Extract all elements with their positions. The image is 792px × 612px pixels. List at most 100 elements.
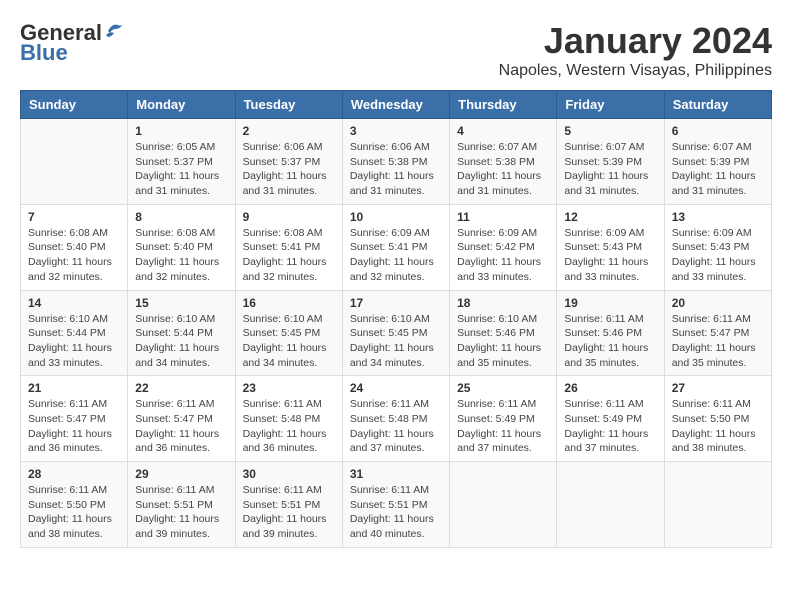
sunset-text: Sunset: 5:51 PM <box>135 498 227 513</box>
daylight-text: Daylight: 11 hours and 34 minutes. <box>350 341 442 370</box>
day-number: 21 <box>28 381 120 395</box>
day-info: Sunrise: 6:05 AMSunset: 5:37 PMDaylight:… <box>135 140 227 199</box>
sunrise-text: Sunrise: 6:11 AM <box>243 483 335 498</box>
sunrise-text: Sunrise: 6:11 AM <box>672 312 764 327</box>
day-info: Sunrise: 6:10 AMSunset: 5:44 PMDaylight:… <box>135 312 227 371</box>
daylight-text: Daylight: 11 hours and 36 minutes. <box>28 427 120 456</box>
calendar-cell: 23Sunrise: 6:11 AMSunset: 5:48 PMDayligh… <box>235 376 342 462</box>
calendar-cell: 8Sunrise: 6:08 AMSunset: 5:40 PMDaylight… <box>128 204 235 290</box>
sunrise-text: Sunrise: 6:10 AM <box>350 312 442 327</box>
header-day-friday: Friday <box>557 91 664 119</box>
daylight-text: Daylight: 11 hours and 31 minutes. <box>350 169 442 198</box>
day-number: 11 <box>457 210 549 224</box>
sunset-text: Sunset: 5:40 PM <box>135 240 227 255</box>
daylight-text: Daylight: 11 hours and 31 minutes. <box>457 169 549 198</box>
sunrise-text: Sunrise: 6:07 AM <box>672 140 764 155</box>
day-number: 8 <box>135 210 227 224</box>
daylight-text: Daylight: 11 hours and 32 minutes. <box>28 255 120 284</box>
daylight-text: Daylight: 11 hours and 37 minutes. <box>457 427 549 456</box>
daylight-text: Daylight: 11 hours and 35 minutes. <box>672 341 764 370</box>
week-row-1: 1Sunrise: 6:05 AMSunset: 5:37 PMDaylight… <box>21 119 772 205</box>
sunset-text: Sunset: 5:37 PM <box>243 155 335 170</box>
sunrise-text: Sunrise: 6:10 AM <box>135 312 227 327</box>
daylight-text: Daylight: 11 hours and 37 minutes. <box>564 427 656 456</box>
daylight-text: Daylight: 11 hours and 35 minutes. <box>564 341 656 370</box>
day-number: 7 <box>28 210 120 224</box>
sunrise-text: Sunrise: 6:06 AM <box>243 140 335 155</box>
day-number: 15 <box>135 296 227 310</box>
daylight-text: Daylight: 11 hours and 32 minutes. <box>350 255 442 284</box>
calendar-cell: 20Sunrise: 6:11 AMSunset: 5:47 PMDayligh… <box>664 290 771 376</box>
header-day-sunday: Sunday <box>21 91 128 119</box>
sunset-text: Sunset: 5:38 PM <box>457 155 549 170</box>
day-info: Sunrise: 6:10 AMSunset: 5:45 PMDaylight:… <box>350 312 442 371</box>
day-number: 20 <box>672 296 764 310</box>
sunset-text: Sunset: 5:40 PM <box>28 240 120 255</box>
day-info: Sunrise: 6:11 AMSunset: 5:48 PMDaylight:… <box>350 397 442 456</box>
day-number: 10 <box>350 210 442 224</box>
calendar-cell: 9Sunrise: 6:08 AMSunset: 5:41 PMDaylight… <box>235 204 342 290</box>
calendar-cell: 26Sunrise: 6:11 AMSunset: 5:49 PMDayligh… <box>557 376 664 462</box>
day-info: Sunrise: 6:10 AMSunset: 5:46 PMDaylight:… <box>457 312 549 371</box>
sunrise-text: Sunrise: 6:11 AM <box>350 397 442 412</box>
day-number: 6 <box>672 124 764 138</box>
day-number: 1 <box>135 124 227 138</box>
sunrise-text: Sunrise: 6:11 AM <box>564 312 656 327</box>
sunset-text: Sunset: 5:47 PM <box>28 412 120 427</box>
calendar-cell <box>450 462 557 548</box>
sunrise-text: Sunrise: 6:08 AM <box>28 226 120 241</box>
sunrise-text: Sunrise: 6:07 AM <box>457 140 549 155</box>
daylight-text: Daylight: 11 hours and 35 minutes. <box>457 341 549 370</box>
day-number: 25 <box>457 381 549 395</box>
day-number: 29 <box>135 467 227 481</box>
day-number: 23 <box>243 381 335 395</box>
calendar-cell: 14Sunrise: 6:10 AMSunset: 5:44 PMDayligh… <box>21 290 128 376</box>
sunrise-text: Sunrise: 6:05 AM <box>135 140 227 155</box>
day-info: Sunrise: 6:10 AMSunset: 5:44 PMDaylight:… <box>28 312 120 371</box>
sunrise-text: Sunrise: 6:11 AM <box>350 483 442 498</box>
day-number: 28 <box>28 467 120 481</box>
sunset-text: Sunset: 5:47 PM <box>135 412 227 427</box>
day-number: 30 <box>243 467 335 481</box>
day-info: Sunrise: 6:09 AMSunset: 5:41 PMDaylight:… <box>350 226 442 285</box>
day-number: 26 <box>564 381 656 395</box>
sunrise-text: Sunrise: 6:11 AM <box>28 397 120 412</box>
calendar-cell: 27Sunrise: 6:11 AMSunset: 5:50 PMDayligh… <box>664 376 771 462</box>
day-info: Sunrise: 6:09 AMSunset: 5:42 PMDaylight:… <box>457 226 549 285</box>
day-number: 9 <box>243 210 335 224</box>
day-info: Sunrise: 6:09 AMSunset: 5:43 PMDaylight:… <box>672 226 764 285</box>
day-info: Sunrise: 6:06 AMSunset: 5:38 PMDaylight:… <box>350 140 442 199</box>
sunset-text: Sunset: 5:41 PM <box>350 240 442 255</box>
sunset-text: Sunset: 5:41 PM <box>243 240 335 255</box>
calendar-cell <box>664 462 771 548</box>
daylight-text: Daylight: 11 hours and 31 minutes. <box>135 169 227 198</box>
day-info: Sunrise: 6:11 AMSunset: 5:51 PMDaylight:… <box>135 483 227 542</box>
daylight-text: Daylight: 11 hours and 33 minutes. <box>28 341 120 370</box>
day-info: Sunrise: 6:07 AMSunset: 5:38 PMDaylight:… <box>457 140 549 199</box>
calendar-body: 1Sunrise: 6:05 AMSunset: 5:37 PMDaylight… <box>21 119 772 548</box>
logo-bird-icon <box>104 21 126 41</box>
sunset-text: Sunset: 5:46 PM <box>457 326 549 341</box>
day-info: Sunrise: 6:07 AMSunset: 5:39 PMDaylight:… <box>564 140 656 199</box>
calendar-cell: 30 Sunrise: 6:11 AMSunset: 5:51 PMDayligh… <box>235 462 342 548</box>
calendar-cell: 19Sunrise: 6:11 AMSunset: 5:46 PMDayligh… <box>557 290 664 376</box>
day-info: Sunrise: 6:11 AMSunset: 5:47 PMDaylight:… <box>135 397 227 456</box>
day-info: Sunrise: 6:11 AMSunset: 5:51 PMDaylight:… <box>243 483 335 542</box>
week-row-4: 21Sunrise: 6:11 AMSunset: 5:47 PMDayligh… <box>21 376 772 462</box>
calendar-cell: 16Sunrise: 6:10 AMSunset: 5:45 PMDayligh… <box>235 290 342 376</box>
sunset-text: Sunset: 5:48 PM <box>350 412 442 427</box>
calendar-cell: 29 Sunrise: 6:11 AMSunset: 5:51 PMDayligh… <box>128 462 235 548</box>
calendar-cell: 6Sunrise: 6:07 AMSunset: 5:39 PMDaylight… <box>664 119 771 205</box>
sunset-text: Sunset: 5:43 PM <box>672 240 764 255</box>
week-row-5: 28Sunrise: 6:11 AMSunset: 5:50 PMDayligh… <box>21 462 772 548</box>
calendar-cell: 17Sunrise: 6:10 AMSunset: 5:45 PMDayligh… <box>342 290 449 376</box>
sunrise-text: Sunrise: 6:11 AM <box>672 397 764 412</box>
calendar-cell: 5Sunrise: 6:07 AMSunset: 5:39 PMDaylight… <box>557 119 664 205</box>
calendar-cell: 11 Sunrise: 6:09 AMSunset: 5:42 PMDayligh… <box>450 204 557 290</box>
header-day-monday: Monday <box>128 91 235 119</box>
day-number: 27 <box>672 381 764 395</box>
sunrise-text: Sunrise: 6:08 AM <box>135 226 227 241</box>
sunset-text: Sunset: 5:50 PM <box>28 498 120 513</box>
sunrise-text: Sunrise: 6:11 AM <box>28 483 120 498</box>
header-day-wednesday: Wednesday <box>342 91 449 119</box>
